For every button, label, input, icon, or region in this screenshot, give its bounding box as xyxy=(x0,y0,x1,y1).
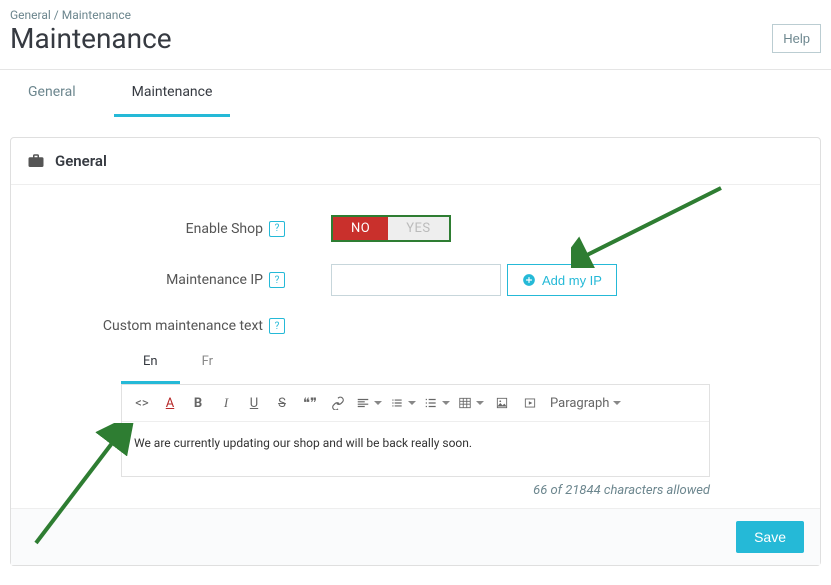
source-code-icon[interactable]: <> xyxy=(132,393,152,413)
lang-tab-fr[interactable]: Fr xyxy=(180,342,235,384)
table-icon[interactable] xyxy=(458,393,484,413)
save-button[interactable]: Save xyxy=(736,521,804,553)
italic-icon[interactable]: I xyxy=(216,393,236,413)
numbered-list-icon[interactable] xyxy=(424,393,450,413)
video-icon[interactable] xyxy=(520,393,540,413)
enable-shop-toggle[interactable]: NO YES xyxy=(331,215,451,242)
help-icon[interactable]: ? xyxy=(269,318,285,334)
bullet-list-icon[interactable] xyxy=(390,393,416,413)
help-icon[interactable]: ? xyxy=(269,221,285,237)
underline-icon[interactable]: U xyxy=(244,393,264,413)
general-panel: General Enable Shop ? NO YES Maintenance… xyxy=(10,137,821,566)
text-color-icon[interactable]: A xyxy=(160,393,180,413)
custom-text-label: Custom maintenance text xyxy=(103,318,263,334)
bold-icon[interactable]: B xyxy=(188,393,208,413)
rich-text-editor: <> A B I U S ❝❞ Paragraph We are cur xyxy=(121,384,710,477)
lang-tab-en[interactable]: En xyxy=(121,342,180,384)
editor-content[interactable]: We are currently updating our shop and w… xyxy=(122,422,709,476)
page-title: Maintenance xyxy=(10,22,172,55)
maintenance-ip-label: Maintenance IP xyxy=(166,272,263,288)
tab-general[interactable]: General xyxy=(10,70,94,117)
strikethrough-icon[interactable]: S xyxy=(272,393,292,413)
panel-header: General xyxy=(11,138,820,185)
enable-shop-label: Enable Shop xyxy=(186,221,263,237)
plus-circle-icon xyxy=(522,273,536,287)
image-icon[interactable] xyxy=(492,393,512,413)
language-tabs: En Fr xyxy=(121,342,710,384)
character-count: 66 of 21844 characters allowed xyxy=(121,477,710,498)
align-icon[interactable] xyxy=(356,393,382,413)
toggle-no[interactable]: NO xyxy=(333,217,388,240)
help-button[interactable]: Help xyxy=(772,24,821,53)
breadcrumb-maintenance[interactable]: Maintenance xyxy=(62,8,131,22)
link-icon[interactable] xyxy=(328,393,348,413)
blockquote-icon[interactable]: ❝❞ xyxy=(300,393,320,413)
tab-maintenance[interactable]: Maintenance xyxy=(114,70,231,117)
breadcrumb: General / Maintenance xyxy=(0,0,831,22)
add-my-ip-button[interactable]: Add my IP xyxy=(507,264,617,296)
paragraph-dropdown[interactable]: Paragraph xyxy=(548,393,623,413)
toggle-yes[interactable]: YES xyxy=(388,217,448,240)
add-my-ip-label: Add my IP xyxy=(542,273,602,288)
editor-toolbar: <> A B I U S ❝❞ Paragraph xyxy=(122,385,709,422)
page-tabs: General Maintenance xyxy=(0,70,831,117)
maintenance-ip-input[interactable] xyxy=(331,264,501,296)
panel-title: General xyxy=(55,152,107,170)
breadcrumb-general[interactable]: General xyxy=(10,8,51,22)
help-icon[interactable]: ? xyxy=(269,272,285,288)
briefcase-icon xyxy=(27,152,45,170)
